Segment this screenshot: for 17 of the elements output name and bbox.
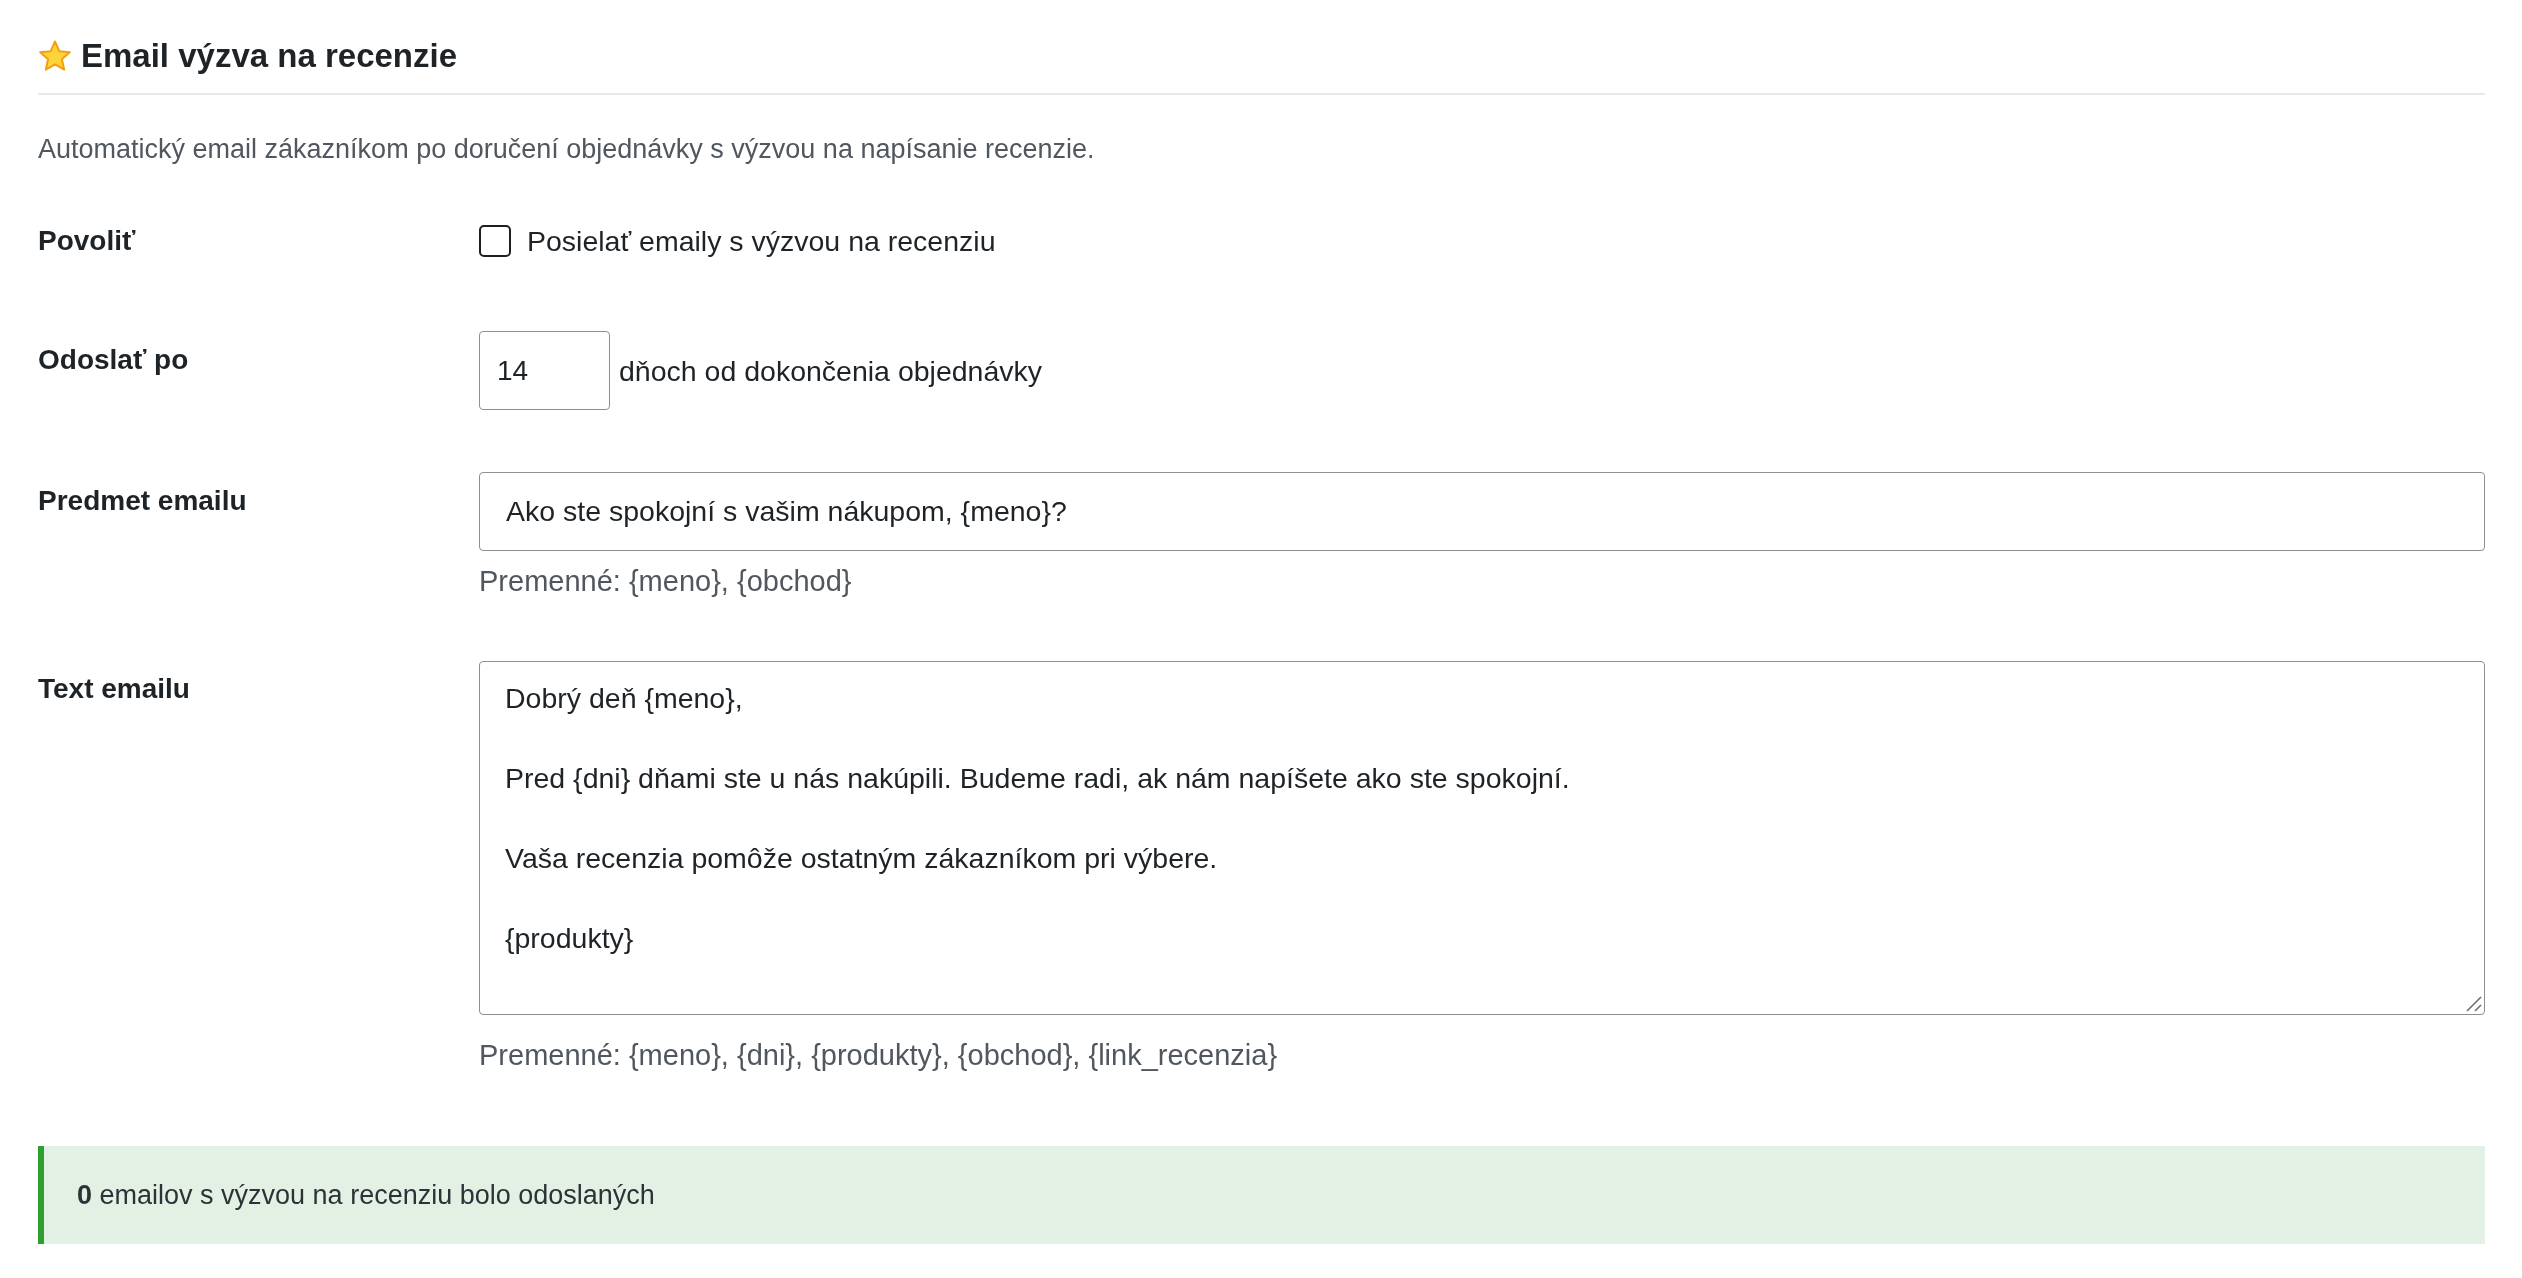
section-description: Automatický email zákazníkom po doručení objednávky s výzvou na napísanie recenzie.	[38, 133, 1096, 166]
field-label: Text emailu	[38, 672, 190, 706]
number-input[interactable]: 14	[479, 331, 610, 410]
section-title: Email výzva na recenzie	[81, 36, 458, 76]
checkbox-label[interactable]: Posielať emaily s výzvou na recenziu	[527, 223, 996, 259]
field-label: Povoliť	[38, 224, 136, 258]
checkbox[interactable]	[479, 225, 511, 257]
field-hint: Premenné: {meno}, {obchod}	[479, 564, 852, 599]
subject-input[interactable]: Ako ste spokojní s vašim nákupom, {meno}?	[479, 472, 2485, 551]
input-suffix: dňoch od dokončenia objednávky	[619, 353, 1043, 389]
star-icon	[38, 39, 72, 73]
resize-handle-icon[interactable]	[2466, 996, 2482, 1012]
field-hint: Premenné: {meno}, {dni}, {produkty}, {obchod}, {link_recenzia}	[479, 1038, 1278, 1073]
field-label: Predmet emailu	[38, 484, 247, 518]
sent-count-notice: 0 emailov s výzvou na recenziu bolo odoslaných	[38, 1146, 2485, 1244]
email-text-area[interactable]: Dobrý deň {meno}, Pred {dni} dňami ste u nás nakúpili. Budeme radi, ak nám napíšete ako ste spokojní. Vaša recenzia pomôže ostatným zákazníkom pri výbere. {produkty}	[479, 661, 2485, 1015]
field-label: Odoslať po	[38, 343, 189, 377]
